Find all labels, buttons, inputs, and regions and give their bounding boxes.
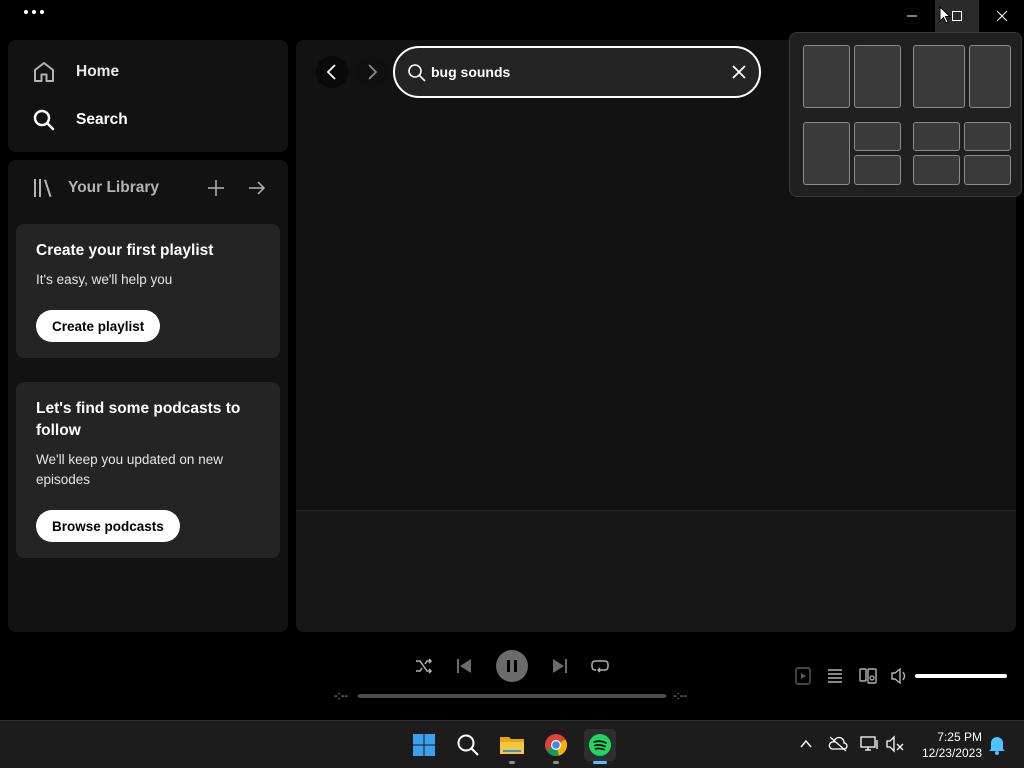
running-indicator: [553, 761, 559, 764]
progress-bar[interactable]: [358, 694, 666, 698]
queue-button[interactable]: [826, 666, 844, 686]
next-button[interactable]: [551, 656, 569, 676]
nav-home[interactable]: Home: [32, 60, 119, 84]
more-horizontal-icon[interactable]: [24, 10, 44, 14]
snap-layouts-flyout: [789, 32, 1022, 197]
close-icon: [996, 10, 1008, 22]
chevron-up-icon[interactable]: [799, 735, 813, 753]
chevron-right-icon: [368, 64, 378, 80]
taskbar: 7:25 PM 12/23/2023: [0, 720, 1024, 768]
notification-bell-icon[interactable]: [988, 735, 1006, 755]
remaining-time: -:--: [673, 690, 688, 702]
active-indicator: [593, 761, 607, 764]
card-title: Let's find some podcasts to follow: [36, 400, 241, 439]
snap-zone[interactable]: [964, 122, 1011, 151]
taskbar-search-button[interactable]: [452, 729, 484, 761]
card-title: Create your first playlist: [36, 242, 214, 259]
shuffle-icon: [416, 658, 433, 674]
clock-date: 12/23/2023: [921, 746, 982, 760]
nav-search-label: Search: [76, 111, 128, 128]
windows-start-icon: [413, 734, 435, 756]
snap-zone[interactable]: [803, 122, 850, 185]
pause-icon: [507, 660, 517, 672]
search-icon: [33, 109, 55, 131]
clear-icon[interactable]: [731, 64, 747, 80]
player-bar: -:-- -:--: [0, 640, 1024, 720]
volume-muted-icon[interactable]: [886, 735, 906, 753]
start-button[interactable]: [408, 729, 440, 761]
elapsed-time: -:--: [334, 690, 349, 702]
clock-time: 7:25 PM: [937, 730, 982, 744]
running-indicator: [509, 761, 515, 764]
shuffle-button[interactable]: [414, 656, 434, 676]
chevron-left-icon: [326, 64, 336, 80]
title-bar: [0, 0, 1024, 32]
repeat-icon: [591, 660, 609, 673]
mute-button[interactable]: [890, 666, 910, 686]
create-playlist-button[interactable]: Create playlist: [36, 310, 161, 342]
spotify-button[interactable]: [584, 729, 616, 761]
library-title[interactable]: Your Library: [68, 179, 159, 197]
plus-icon[interactable]: [208, 176, 224, 200]
snap-zone[interactable]: [964, 155, 1011, 185]
forward-button[interactable]: [356, 56, 388, 88]
onedrive-offline-icon[interactable]: [828, 735, 848, 753]
search-input[interactable]: [431, 60, 721, 84]
nav-panel: Home Search: [8, 40, 288, 152]
browse-podcasts-button[interactable]: Browse podcasts: [36, 510, 180, 542]
chrome-icon: [545, 734, 567, 757]
file-explorer-icon: [500, 737, 524, 754]
previous-button[interactable]: [455, 656, 473, 676]
clock[interactable]: 7:25 PM 12/23/2023: [910, 729, 982, 761]
repeat-button[interactable]: [590, 656, 610, 676]
pause-button[interactable]: [496, 650, 528, 682]
skip-forward-icon: [553, 659, 567, 673]
nav-search[interactable]: Search: [32, 108, 128, 132]
card-subtitle: It's easy, we'll help you: [36, 272, 173, 287]
library-panel: Your Library Create your first playlist …: [8, 160, 288, 632]
podcasts-card: Let's find some podcasts to follow We'll…: [16, 382, 280, 558]
volume-icon: [891, 668, 906, 684]
arrow-right-icon[interactable]: [248, 176, 266, 200]
snap-zone[interactable]: [854, 122, 901, 151]
maximize-icon: [952, 11, 962, 21]
now-playing-view-button[interactable]: [794, 666, 812, 686]
library-icon[interactable]: [32, 177, 54, 199]
home-icon: [34, 62, 54, 82]
skip-back-icon: [457, 659, 471, 673]
back-button[interactable]: [316, 56, 348, 88]
now-playing-icon: [795, 667, 811, 685]
search-icon: [457, 734, 479, 756]
library-header: Your Library: [32, 176, 272, 200]
volume-slider[interactable]: [915, 674, 1007, 678]
nav-home-label: Home: [76, 63, 120, 80]
network-icon[interactable]: [860, 735, 880, 753]
minimize-button[interactable]: [890, 0, 934, 32]
queue-icon: [828, 669, 842, 683]
search-icon: [408, 64, 426, 82]
search-box[interactable]: [393, 46, 761, 98]
snap-zone[interactable]: [913, 155, 960, 185]
card-subtitle: We'll keep you updated on new episodes: [36, 452, 223, 487]
file-explorer-button[interactable]: [496, 729, 528, 761]
close-button[interactable]: [980, 0, 1024, 32]
spotify-icon: [589, 734, 611, 756]
minimize-icon: [907, 15, 917, 17]
mouse-cursor-icon: [939, 6, 951, 24]
connect-device-button[interactable]: [858, 666, 878, 686]
chrome-button[interactable]: [540, 729, 572, 761]
main-lower-region: [296, 511, 1016, 632]
device-icon: [859, 668, 877, 684]
snap-zone[interactable]: [803, 45, 850, 108]
snap-zone[interactable]: [969, 45, 1011, 108]
snap-zone[interactable]: [913, 45, 965, 108]
snap-zone[interactable]: [854, 45, 901, 108]
snap-zone[interactable]: [854, 155, 901, 185]
snap-zone[interactable]: [913, 122, 960, 151]
create-playlist-card: Create your first playlist It's easy, we…: [16, 224, 280, 358]
